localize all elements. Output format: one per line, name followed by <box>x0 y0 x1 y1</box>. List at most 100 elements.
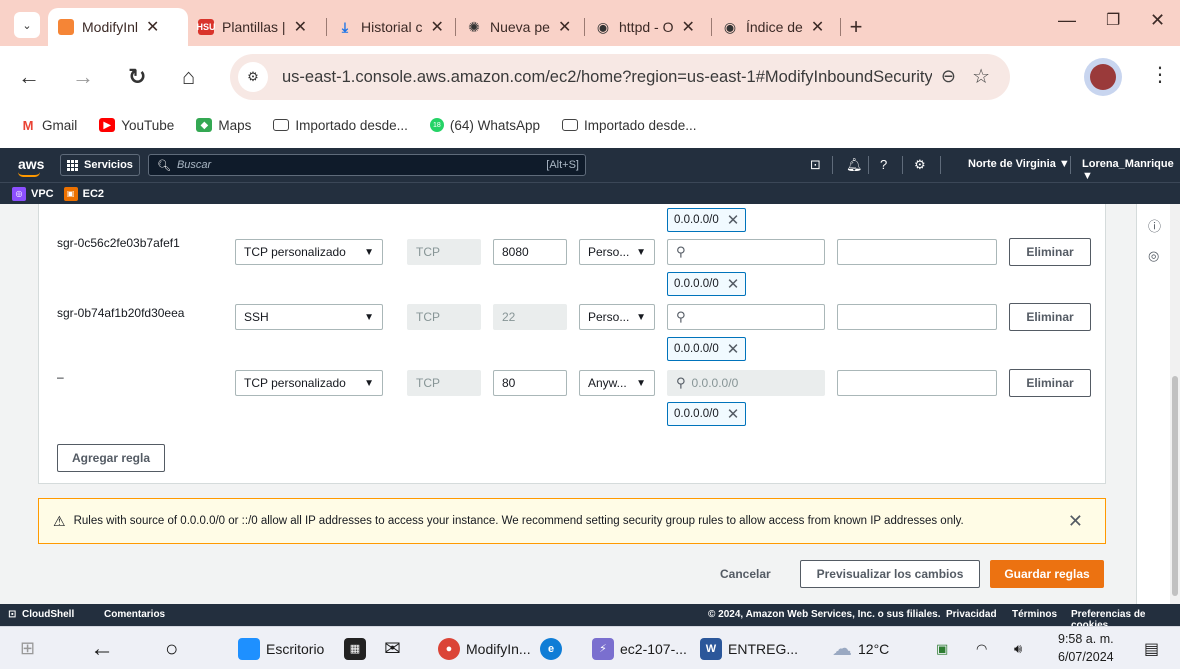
address-bar[interactable]: ⚙ us-east-1.console.aws.amazon.com/ec2/h… <box>230 54 1010 100</box>
delete-rule-button[interactable]: Eliminar <box>1009 238 1091 266</box>
back-arrow-icon[interactable]: ← <box>18 64 40 90</box>
source-type-select[interactable]: Perso... ▼ <box>579 239 655 265</box>
tab-nueva[interactable]: ✺ Nueva pe ✕ <box>456 8 584 46</box>
close-tab-icon[interactable]: ✕ <box>294 17 307 37</box>
window-close-icon[interactable]: ✕ <box>1150 10 1165 31</box>
security-warning-alert: ⚠ Rules with source of 0.0.0.0/0 or ::/0… <box>38 498 1106 544</box>
taskbar-chrome[interactable]: ● ModifyIn... <box>438 627 531 670</box>
remove-token-icon[interactable]: ✕ <box>727 405 740 423</box>
back-arrow-icon[interactable]: ← <box>90 627 114 670</box>
description-input[interactable] <box>837 370 997 396</box>
system-clock[interactable]: 9:58 a. m. 6/07/2024 <box>1058 630 1114 666</box>
cloudshell-link[interactable]: CloudShell <box>22 609 74 620</box>
token-label: 0.0.0.0/0 <box>674 408 719 420</box>
aws-search-input[interactable]: 🔍︎ Buscar [Alt+S] <box>148 154 586 176</box>
zoom-icon[interactable]: ⊖ <box>941 66 956 87</box>
close-tab-icon[interactable]: ✕ <box>146 17 159 37</box>
select-value: TCP personalizado <box>244 245 346 259</box>
taskbar-desktop[interactable]: Escritorio <box>238 627 324 670</box>
port-range-input[interactable]: 8080 <box>493 239 567 265</box>
privacy-link[interactable]: Privacidad <box>946 609 997 620</box>
close-tab-icon[interactable]: ✕ <box>811 17 824 37</box>
close-tab-icon[interactable]: ✕ <box>681 17 694 37</box>
service-chip-vpc[interactable]: ◎ VPC <box>12 186 54 201</box>
tab-httpd[interactable]: ◉ httpd - O ✕ <box>585 8 711 46</box>
aws-logo[interactable]: aws <box>18 156 44 177</box>
restore-icon[interactable]: ❐ <box>1106 10 1120 30</box>
scrollbar-thumb[interactable] <box>1172 376 1178 596</box>
bookmark-gmail[interactable]: M Gmail <box>20 117 78 133</box>
delete-rule-button[interactable]: Eliminar <box>1009 369 1091 397</box>
taskbar-store[interactable]: ▦ <box>344 627 372 670</box>
browser-menu-icon[interactable]: ⋮ <box>1150 62 1170 87</box>
rule-type-select[interactable]: TCP personalizado ▼ <box>235 370 383 396</box>
close-tab-icon[interactable]: ✕ <box>558 17 571 37</box>
profile-avatar[interactable] <box>1084 58 1122 96</box>
dismiss-alert-icon[interactable]: ✕ <box>1068 511 1083 532</box>
tab-modify-inbound[interactable]: ModifyInl ✕ <box>48 8 188 46</box>
remove-token-icon[interactable]: ✕ <box>727 340 740 358</box>
services-menu-button[interactable]: Servicios <box>60 154 140 176</box>
tray-app-icon[interactable]: ▣ <box>936 627 948 670</box>
search-icon[interactable]: ○ <box>165 627 178 670</box>
mail-icon[interactable]: ✉ <box>384 627 401 670</box>
bookmark-youtube[interactable]: ▶ YouTube <box>99 118 174 133</box>
gmail-icon: M <box>22 117 34 133</box>
site-info-icon[interactable]: ⚙ <box>238 62 268 92</box>
bookmark-folder-2[interactable]: Importado desde... <box>561 118 697 133</box>
region-selector[interactable]: Norte de Virginia ▼ <box>968 158 1070 170</box>
feedback-icon[interactable]: ◎ <box>1148 248 1159 264</box>
tab-title: Plantillas | <box>222 19 286 35</box>
cloudshell-icon[interactable]: ⊡ <box>810 157 821 173</box>
rule-type-select[interactable]: TCP personalizado ▼ <box>235 239 383 265</box>
tab-indice[interactable]: ◉ Índice de ✕ <box>712 8 840 46</box>
save-rules-button[interactable]: Guardar reglas <box>990 560 1104 588</box>
description-input[interactable] <box>837 304 997 330</box>
source-search-input[interactable]: ⚲ <box>667 239 825 265</box>
new-tab-plus-icon[interactable]: + <box>841 8 871 46</box>
service-chip-ec2[interactable]: ▣ EC2 <box>63 186 104 201</box>
bookmark-star-icon[interactable]: ☆ <box>972 64 990 89</box>
home-icon[interactable]: ⌂ <box>182 64 195 90</box>
reload-icon[interactable]: ↻ <box>128 64 146 90</box>
rule-type-select[interactable]: SSH ▼ <box>235 304 383 330</box>
bookmark-folder-1[interactable]: Importado desde... <box>273 118 408 133</box>
remove-token-icon[interactable]: ✕ <box>727 275 740 293</box>
taskbar-putty[interactable]: ⚡ ec2-107-... <box>592 627 687 670</box>
source-type-select[interactable]: Perso... ▼ <box>579 304 655 330</box>
terms-link[interactable]: Términos <box>1012 609 1057 620</box>
help-icon[interactable]: ? <box>880 157 887 172</box>
feedback-link[interactable]: Comentarios <box>104 609 165 620</box>
bookmark-maps[interactable]: ◆ Maps <box>196 118 251 133</box>
page-scrollbar[interactable] <box>1170 204 1180 604</box>
preview-changes-button[interactable]: Previsualizar los cambios <box>800 560 980 588</box>
settings-gear-icon[interactable]: ⚙ <box>914 157 926 173</box>
tab-plantillas[interactable]: HSU Plantillas | ✕ <box>188 8 326 46</box>
tab-search-chevron-icon[interactable]: ⌄ <box>14 12 40 38</box>
forward-arrow-icon[interactable]: → <box>72 64 94 90</box>
url-text[interactable]: us-east-1.console.aws.amazon.com/ec2/hom… <box>282 68 932 87</box>
notifications-bell-icon[interactable]: 🔔︎ <box>846 157 863 173</box>
taskbar-word[interactable]: W ENTREG... <box>700 627 798 670</box>
remove-token-icon[interactable]: ✕ <box>727 211 740 229</box>
add-rule-button[interactable]: Agregar regla <box>57 444 165 472</box>
bookmark-whatsapp[interactable]: 18 (64) WhatsApp <box>429 118 540 133</box>
taskbar-edge[interactable]: e <box>540 627 568 670</box>
minimize-icon[interactable]: — <box>1058 10 1076 31</box>
start-button[interactable]: ⊞ <box>20 627 35 670</box>
info-icon[interactable]: ⓘ <box>1148 216 1161 235</box>
cloudshell-icon[interactable]: ⊡ <box>8 609 16 620</box>
source-search-input[interactable]: ⚲ <box>667 304 825 330</box>
delete-rule-button[interactable]: Eliminar <box>1009 303 1091 331</box>
weather-widget[interactable]: ☁ 12°C <box>832 627 889 670</box>
description-input[interactable] <box>837 239 997 265</box>
notifications-icon[interactable]: ▤ <box>1144 627 1159 670</box>
source-type-select[interactable]: Anyw... ▼ <box>579 370 655 396</box>
wifi-icon[interactable]: ◠ <box>976 627 987 670</box>
tab-historial[interactable]: ⤓ Historial c ✕ <box>327 8 455 46</box>
volume-icon[interactable]: 🔊︎ <box>1014 627 1022 670</box>
account-menu[interactable]: Lorena_Manrique ▼ <box>1082 158 1180 182</box>
cancel-button[interactable]: Cancelar <box>720 560 771 588</box>
port-range-input[interactable]: 80 <box>493 370 567 396</box>
close-tab-icon[interactable]: ✕ <box>430 17 443 37</box>
